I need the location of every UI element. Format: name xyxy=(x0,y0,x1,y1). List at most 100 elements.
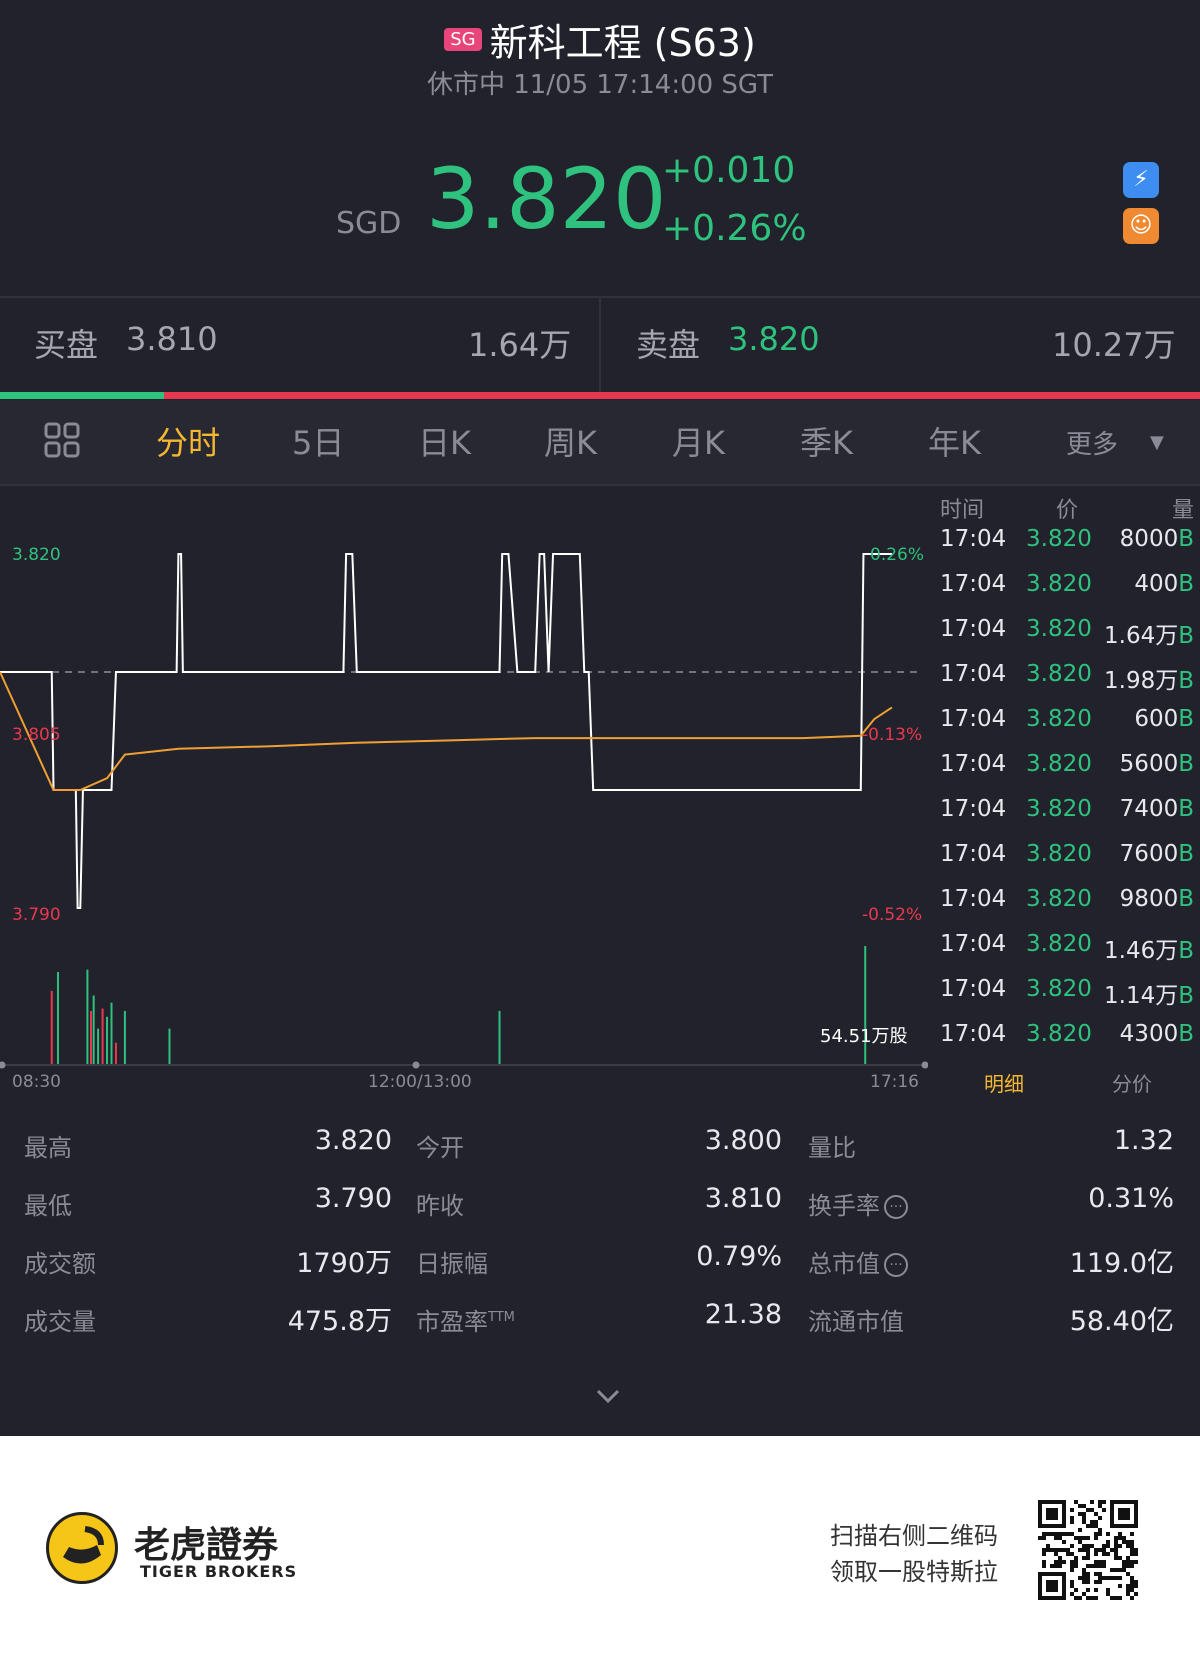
tab-monthly-k[interactable]: 月K xyxy=(672,418,725,464)
qr-module xyxy=(1090,1520,1094,1524)
tab-quarterly-k[interactable]: 季K xyxy=(800,418,853,464)
tick-time: 17:04 xyxy=(940,1021,1007,1047)
qr-module xyxy=(1058,1536,1062,1540)
qr-module xyxy=(1102,1564,1106,1568)
qr-module xyxy=(1130,1548,1134,1552)
qr-module xyxy=(1098,1576,1102,1580)
tick-volume: 1.64万B xyxy=(1104,623,1194,649)
qr-module xyxy=(1078,1576,1082,1580)
qr-module xyxy=(1042,1560,1046,1564)
qr-module xyxy=(1130,1580,1134,1584)
qr-module xyxy=(1126,1564,1130,1568)
brand-name-cn: 老虎證券 xyxy=(134,1525,279,1566)
qr-module xyxy=(1070,1580,1074,1584)
intraday-chart[interactable] xyxy=(0,486,928,1074)
qr-module xyxy=(1058,1548,1062,1552)
info-icon[interactable]: ··· xyxy=(884,1253,908,1277)
tick-volume: 400B xyxy=(1134,571,1194,597)
tick-row: 17:04 3.820 1.98万B xyxy=(940,661,1194,694)
qr-module xyxy=(1118,1576,1122,1580)
grid-icon[interactable] xyxy=(44,422,80,458)
qr-module xyxy=(1042,1548,1046,1552)
qr-module xyxy=(1102,1560,1106,1564)
qr-module xyxy=(1090,1508,1094,1512)
qr-module xyxy=(1078,1504,1082,1508)
qr-module xyxy=(1134,1552,1138,1556)
chevron-down-icon[interactable] xyxy=(596,1384,620,1409)
ask-price: 3.820 xyxy=(728,320,820,358)
tick-price: 3.820 xyxy=(1026,706,1092,732)
tick-volume: 1.14万B xyxy=(1104,983,1194,1009)
tick-volume: 5600B xyxy=(1119,751,1194,777)
lightning-icon[interactable]: ⚡ xyxy=(1123,162,1159,198)
tick-side-marker: B xyxy=(1178,706,1194,732)
tick-price: 3.820 xyxy=(1026,616,1092,642)
tick-time: 17:04 xyxy=(940,751,1007,777)
last-price: 3.820 xyxy=(426,150,667,248)
market-status: 休市中 11/05 17:14:00 SGT xyxy=(426,70,774,100)
qr-module xyxy=(1042,1564,1046,1568)
tiger-coin-icon[interactable]: ☺ xyxy=(1123,208,1159,244)
stat-value: 58.40亿 xyxy=(1069,1306,1174,1337)
qr-module xyxy=(1122,1568,1126,1572)
qr-module xyxy=(1054,1564,1058,1568)
qr-module xyxy=(1062,1532,1066,1536)
tab-price-distribution[interactable]: 分价 xyxy=(1112,1068,1152,1097)
qr-module xyxy=(1078,1536,1082,1540)
qr-module xyxy=(1106,1544,1110,1548)
qr-module xyxy=(1074,1560,1078,1564)
tab-tick-detail[interactable]: 明细 xyxy=(984,1068,1024,1097)
qr-module xyxy=(1106,1588,1110,1592)
qr-module xyxy=(1090,1500,1094,1504)
qr-module xyxy=(1070,1520,1074,1524)
tab-more[interactable]: 更多 xyxy=(1066,424,1118,461)
tab-daily-k[interactable]: 日K xyxy=(418,418,471,464)
stat-value: 1790万 xyxy=(296,1248,392,1279)
qr-module xyxy=(1134,1580,1138,1584)
price-change: +0.010 xyxy=(662,150,796,191)
stat-label-sup: TTM xyxy=(488,1310,515,1325)
tick-time: 17:04 xyxy=(940,571,1007,597)
qr-module xyxy=(1098,1528,1102,1532)
tick-side-marker: B xyxy=(1178,751,1194,777)
qr-module xyxy=(1058,1556,1062,1560)
tick-row: 17:04 3.820 4300B xyxy=(940,1021,1194,1051)
qr-module xyxy=(1114,1556,1118,1560)
qr-module xyxy=(1102,1508,1106,1512)
qr-module xyxy=(1086,1544,1090,1548)
ask-ratio-bar xyxy=(164,392,1200,399)
qr-module xyxy=(1066,1548,1070,1552)
qr-module xyxy=(1070,1552,1074,1556)
tab-5day[interactable]: 5日 xyxy=(292,418,344,464)
tick-time: 17:04 xyxy=(940,616,1007,642)
qr-module xyxy=(1130,1564,1134,1568)
stat-label: 成交额 xyxy=(24,1250,96,1278)
qr-module xyxy=(1118,1596,1122,1600)
ticks-header-price: 价 xyxy=(1056,498,1079,523)
tab-intraday[interactable]: 分时 xyxy=(156,418,220,464)
qr-module xyxy=(1098,1572,1102,1576)
qr-module xyxy=(1098,1564,1102,1568)
qr-module xyxy=(1130,1552,1134,1556)
qr-module xyxy=(1082,1548,1086,1552)
chart-tabs: 分时 5日 日K 周K 月K 季K 年K 更多 ▼ xyxy=(0,400,1200,484)
qr-module xyxy=(1062,1560,1066,1564)
tab-yearly-k[interactable]: 年K xyxy=(928,418,981,464)
info-icon[interactable]: ··· xyxy=(884,1195,908,1219)
tick-time: 17:04 xyxy=(940,931,1007,957)
tab-weekly-k[interactable]: 周K xyxy=(544,418,597,464)
qr-module xyxy=(1122,1564,1126,1568)
bid-price: 3.810 xyxy=(126,320,218,358)
tiger-logo xyxy=(46,1512,118,1584)
qr-module xyxy=(1126,1544,1130,1548)
tick-volume: 4300B xyxy=(1119,1021,1194,1047)
qr-module xyxy=(1106,1592,1110,1596)
dropdown-triangle-icon[interactable]: ▼ xyxy=(1150,432,1164,453)
tick-row: 17:04 3.820 7400B xyxy=(940,796,1194,826)
stat-label: 最低 xyxy=(24,1192,72,1220)
qr-module xyxy=(1058,1564,1062,1568)
tick-time: 17:04 xyxy=(940,706,1007,732)
qr-module xyxy=(1082,1576,1086,1580)
qr-module xyxy=(1094,1552,1098,1556)
tick-price: 3.820 xyxy=(1026,886,1092,912)
